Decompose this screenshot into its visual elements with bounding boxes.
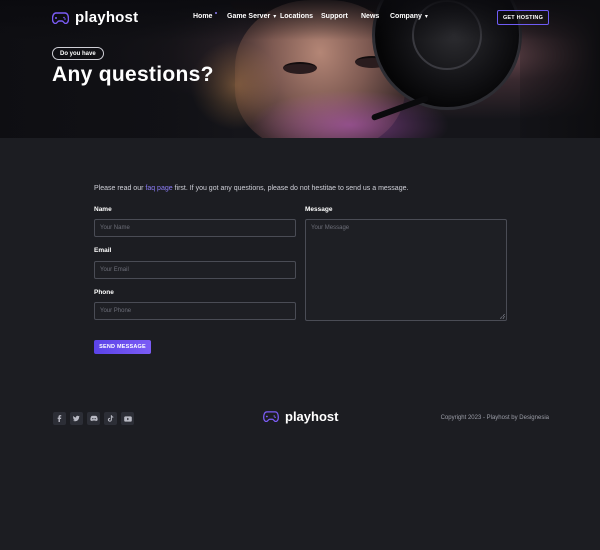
email-label: Email [94,247,112,254]
chevron-down-icon: ▾ [273,14,277,20]
discord-icon [89,415,98,422]
social-links [53,412,134,425]
active-dot [215,11,218,14]
gamepad-icon [52,11,69,24]
nav-item-support[interactable]: Support [321,13,348,20]
discord-link[interactable] [87,412,100,425]
footer-logo-text: playhost [285,409,339,424]
facebook-link[interactable] [53,412,66,425]
nav-item-game-server[interactable]: Game Server ▾ [227,13,276,20]
page-title: Any questions? [52,63,214,86]
email-field[interactable]: Your Email [94,261,296,279]
top-navigation: playhost Home Game Server ▾ Locations Sup… [0,0,600,36]
name-field[interactable]: Your Name [94,219,296,237]
nav-item-home[interactable]: Home [193,11,218,20]
youtube-link[interactable] [121,412,134,425]
gamepad-icon [263,411,279,422]
footer-logo[interactable]: playhost [263,409,338,424]
phone-label: Phone [94,289,114,296]
message-label: Message [305,206,333,213]
nav-item-locations[interactable]: Locations [280,13,313,20]
nav-item-company[interactable]: Company ▾ [390,13,428,20]
chevron-down-icon: ▾ [424,14,428,20]
contact-intro: Please read our faq page first. If you g… [94,185,409,192]
faq-link[interactable]: faq page [145,185,172,192]
message-textarea[interactable]: Your Message [305,219,507,321]
copyright-text: Copyright 2023 - Playhost by Designesia [440,415,549,421]
name-label: Name [94,206,112,213]
tiktok-link[interactable] [104,412,117,425]
youtube-icon [123,415,132,422]
logo-text: playhost [75,9,139,26]
facebook-icon [57,415,62,422]
phone-field[interactable]: Your Phone [94,302,296,320]
get-hosting-button[interactable]: GET HOSTING [497,10,549,25]
nav-item-news[interactable]: News [361,13,379,20]
twitter-link[interactable] [70,412,83,425]
resize-handle-icon[interactable] [500,314,505,319]
logo[interactable]: playhost [52,9,138,26]
send-message-button[interactable]: SEND MESSAGE [94,340,151,354]
tiktok-icon [107,415,114,422]
hero-badge: Do you have [52,47,104,60]
twitter-icon [73,415,80,422]
